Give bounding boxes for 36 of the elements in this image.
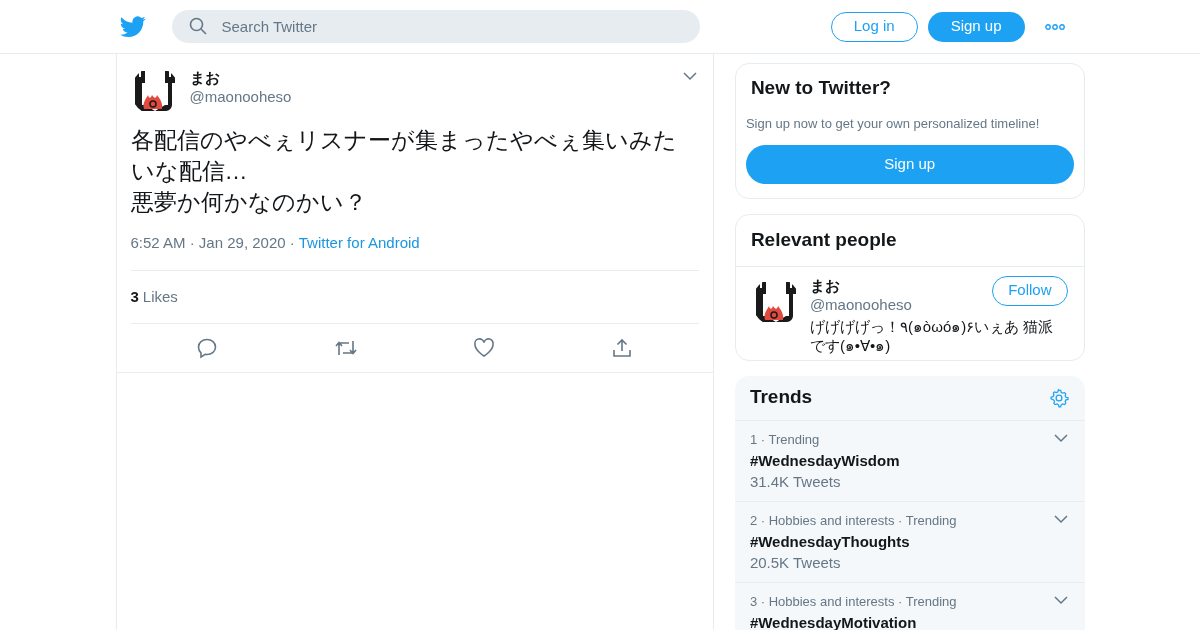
likes-label: Likes (142, 286, 178, 307)
chevron-down-icon[interactable] (1053, 514, 1068, 524)
card-subtitle: Sign up now to get your own personalized timeline! (745, 114, 1041, 133)
chevron-down-icon[interactable] (1053, 433, 1068, 443)
card-title: New to Twitter? (749, 76, 892, 100)
tweet-timestamp: 6:52 AM · Jan 29, 2020 · (130, 233, 295, 253)
bird-logo-icon[interactable] (119, 15, 146, 38)
sign-up-button[interactable]: Sign up (927, 11, 1025, 42)
card-title: Relevant people (750, 229, 897, 250)
card-title: Trends (749, 385, 813, 410)
user-name[interactable]: まお (189, 68, 292, 87)
settings-icon[interactable] (1048, 387, 1069, 408)
user-handle[interactable]: @maonooheso (809, 294, 912, 314)
sign-up-button[interactable]: Sign up (745, 145, 1074, 184)
reply-icon[interactable] (196, 337, 219, 359)
trend-context: 1 · Trending (749, 430, 821, 449)
likes-count: 3 (130, 286, 139, 307)
more-icon[interactable] (1044, 23, 1065, 30)
trend-context: 2 · Hobbies and interests · Trending (749, 511, 957, 530)
search-field[interactable]: Search Twitter (171, 10, 700, 43)
source-link[interactable]: Twitter for Android (298, 232, 420, 255)
user-handle[interactable]: @maonooheso (189, 87, 292, 106)
user-name[interactable]: まお (809, 275, 912, 295)
trend-name[interactable]: #WednesdayMotivation (749, 611, 957, 630)
share-icon[interactable] (611, 337, 634, 359)
trend-context: 3 · Hobbies and interests · Trending (749, 592, 957, 611)
chevron-down-icon[interactable] (682, 72, 697, 81)
user-bio: げげげげっ！٩(๑òωó๑)۶いぇあ 猫派です(๑•∀•๑) (809, 316, 1055, 355)
chevron-down-icon[interactable] (1053, 595, 1068, 605)
trend-tweet-count: 31.4K Tweets (749, 471, 842, 492)
trend-tweet-count: 20.5K Tweets (749, 552, 842, 573)
heart-icon[interactable] (473, 337, 496, 359)
tweet-text: 各配信のやべぇリスナーが集まったやべぇ集いみたいな配信… 悪夢か何かなのかい？ (130, 126, 678, 217)
trend-name[interactable]: #WednesdayWisdom (749, 449, 900, 472)
search-icon (188, 17, 207, 35)
trend-name[interactable]: #WednesdayThoughts (749, 530, 957, 553)
